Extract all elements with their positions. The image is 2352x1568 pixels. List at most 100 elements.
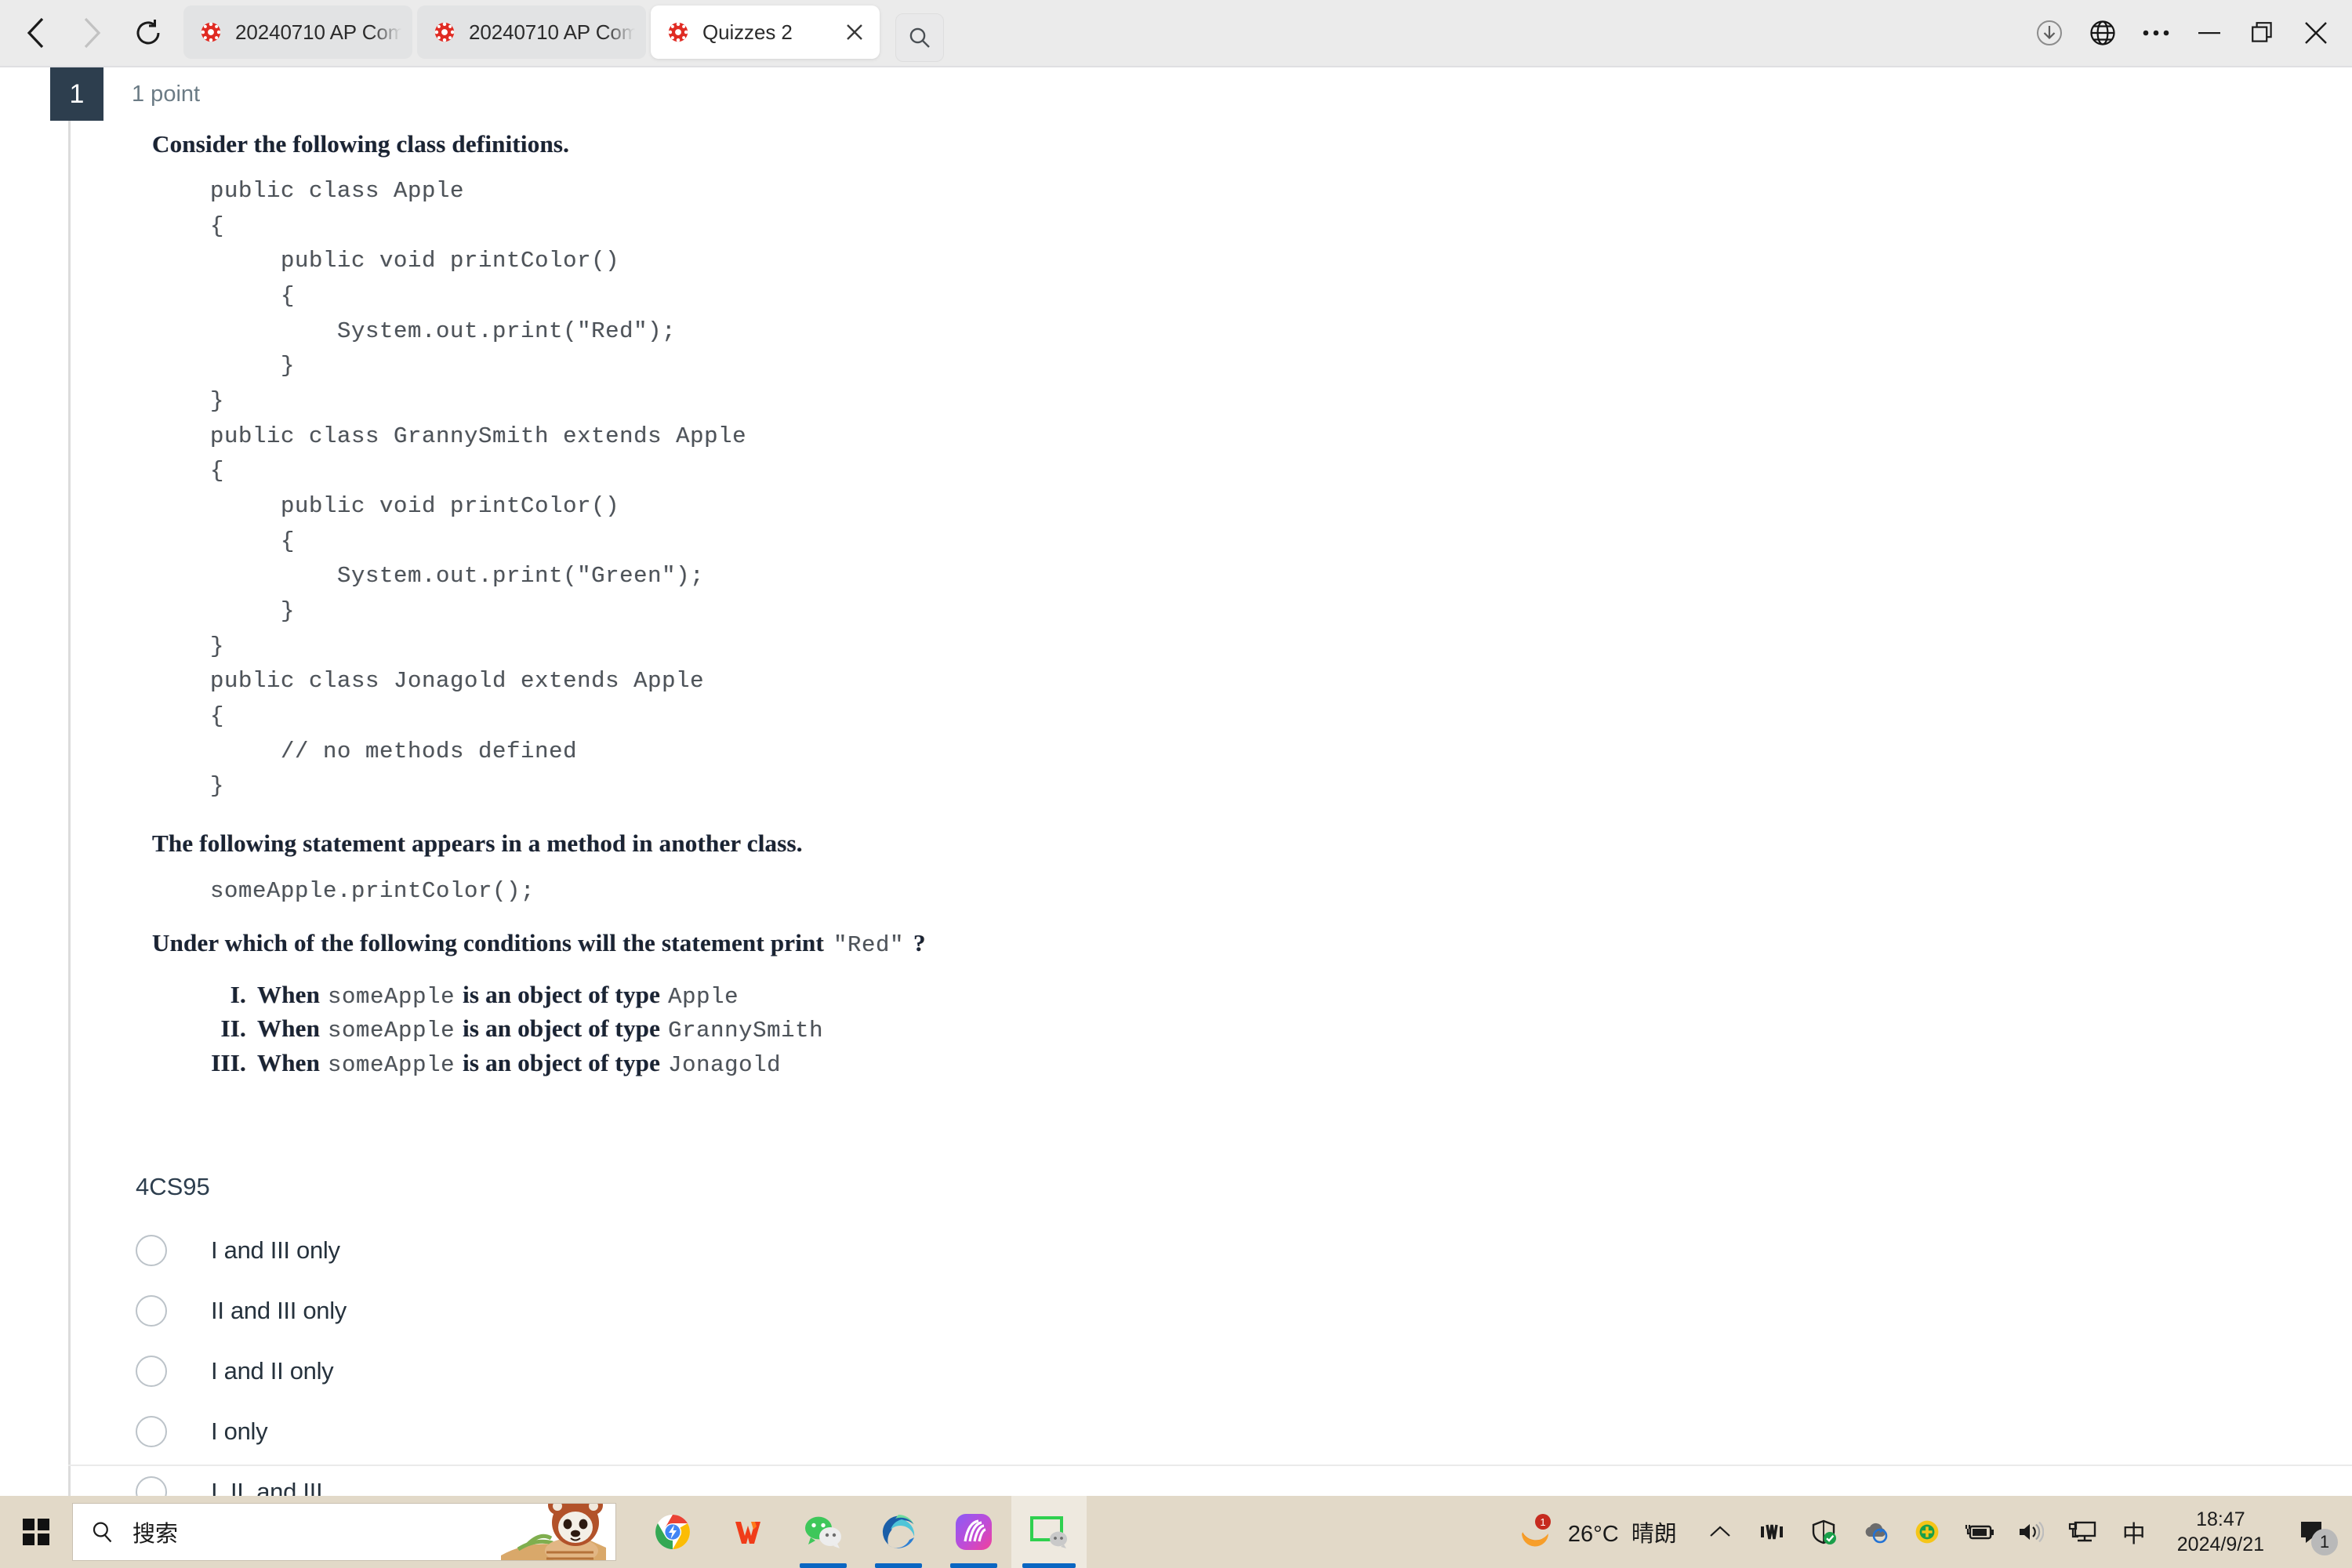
answer-option-4-label: I only: [211, 1417, 268, 1445]
downloads-button[interactable]: [2024, 8, 2074, 58]
minimize-button[interactable]: [2184, 8, 2234, 58]
question-left-rule: [68, 121, 71, 1524]
weather-text: 26°C 晴朗: [1568, 1515, 1677, 1548]
answer-option-3[interactable]: I and II only: [136, 1341, 1860, 1401]
volume-icon: [2019, 1521, 2044, 1543]
edge-icon: [882, 1515, 915, 1548]
clock-time: 18:47: [2196, 1508, 2245, 1530]
security-shield-icon: [1812, 1519, 1836, 1544]
network-monitor-icon: [1760, 1524, 1783, 1540]
chevron-left-icon: [27, 17, 44, 49]
taskbar-running-indicator: [1022, 1563, 1076, 1568]
antivirus-plus-tray-icon[interactable]: [1901, 1496, 1953, 1568]
answer-option-3-radio[interactable]: [136, 1355, 167, 1387]
taskbar-app-buttons: [635, 1496, 1087, 1568]
browser-tab-3-active[interactable]: Quizzes 2: [651, 5, 880, 59]
globe-icon: [2090, 20, 2115, 45]
roman-item-3-before: When: [257, 1048, 321, 1076]
question-stem-3-before: Under which of the following conditions …: [152, 928, 824, 956]
battery-charging-icon: [1965, 1525, 1994, 1540]
answer-option-1[interactable]: I and III only: [136, 1220, 1860, 1280]
red-panda-image: [501, 1504, 606, 1560]
roman-item-2-middle: is an object of type: [463, 1014, 661, 1043]
minimize-icon: [2198, 32, 2220, 34]
browser-tab-2[interactable]: 20240710 AP Computer Science: [417, 5, 646, 59]
browser-tab-1[interactable]: 20240710 AP Computer Science: [183, 5, 412, 59]
close-icon: [2305, 22, 2327, 44]
answer-option-1-label: I and III only: [211, 1236, 340, 1264]
roman-item-1-numeral: I.: [230, 980, 246, 1008]
taskbar-app-wechat[interactable]: [786, 1496, 861, 1568]
show-hidden-icons-button[interactable]: [1694, 1496, 1746, 1568]
answer-option-3-label: I and II only: [211, 1356, 334, 1385]
answer-option-1-radio[interactable]: [136, 1234, 167, 1266]
screen-share-icon: [1030, 1516, 1067, 1548]
windows-taskbar: 搜索 1 26°C 晴朗 中 18:47 2024/9/21 1: [0, 1496, 2352, 1568]
close-button[interactable]: [2291, 8, 2341, 58]
taskbar-app-wps-office[interactable]: [710, 1496, 786, 1568]
back-button[interactable]: [14, 12, 56, 54]
notification-center-button[interactable]: 1: [2281, 1496, 2344, 1568]
answer-option-2-radio[interactable]: [136, 1294, 167, 1327]
weather-widget[interactable]: 1 26°C 晴朗: [1499, 1496, 1694, 1568]
forward-button[interactable]: [71, 12, 113, 54]
taskbar-app-screen-share[interactable]: [1011, 1496, 1087, 1568]
tab-strip: 20240710 AP Computer Science 20240710 AP…: [183, 0, 944, 67]
answer-option-4-radio[interactable]: [136, 1415, 167, 1447]
system-tray: 1 26°C 晴朗 中 18:47 2024/9/21 1: [1499, 1496, 2352, 1568]
reload-button[interactable]: [127, 12, 169, 54]
taskbar-app-chrome[interactable]: [635, 1496, 710, 1568]
taskbar-app-quark[interactable]: [936, 1496, 1011, 1568]
canvas-lms-icon: [668, 22, 688, 42]
translate-button[interactable]: [2078, 8, 2128, 58]
question-stem-1: Consider the following class definitions…: [152, 130, 570, 158]
roman-item-3-middle: is an object of type: [463, 1048, 661, 1076]
network-monitor-tray-icon[interactable]: [1746, 1496, 1798, 1568]
taskbar-search-box[interactable]: 搜索: [72, 1503, 616, 1561]
tab-search-button[interactable]: [895, 13, 944, 62]
question-stem-3: Under which of the following conditions …: [152, 929, 1955, 958]
ime-tray-icon[interactable]: 中: [2108, 1496, 2160, 1568]
start-button[interactable]: [0, 1496, 72, 1568]
question-header: 1 1 point: [50, 67, 200, 121]
antivirus-plus-icon: [1915, 1520, 1939, 1544]
answer-option-4[interactable]: I only: [136, 1401, 1860, 1461]
network-display-icon: [2068, 1521, 2096, 1542]
notification-count-badge: 1: [2311, 1529, 2338, 1555]
browser-tab-3-title: Quizzes 2: [702, 20, 793, 44]
volume-tray-icon[interactable]: [2005, 1496, 2056, 1568]
maximize-icon: [2252, 22, 2272, 42]
canvas-lms-icon: [434, 22, 455, 42]
question-number-badge: 1: [50, 67, 103, 121]
security-shield-tray-icon[interactable]: [1798, 1496, 1849, 1568]
roman-item-1-before: When: [257, 980, 321, 1008]
network-display-tray-icon[interactable]: [2056, 1496, 2108, 1568]
svg-text:1: 1: [1540, 1516, 1545, 1528]
quark-icon: [956, 1514, 992, 1550]
weather-condition: 晴朗: [1631, 1522, 1677, 1547]
question-stem-3-code: "Red": [833, 931, 905, 958]
roman-item-1-middle: is an object of type: [463, 980, 661, 1008]
maximize-button[interactable]: [2238, 8, 2288, 58]
taskbar-app-edge[interactable]: [861, 1496, 936, 1568]
ellipsis-icon: [2143, 30, 2169, 36]
window-controls: [2024, 8, 2352, 58]
clock-date: 2024/9/21: [2176, 1534, 2264, 1555]
onedrive-sync-tray-icon[interactable]: [1849, 1496, 1901, 1568]
question-points-label: 1 point: [132, 81, 201, 107]
roman-item-1-code-1: someApple: [328, 983, 456, 1010]
battery-tray-icon[interactable]: [1953, 1496, 2005, 1568]
browser-nav-buttons: [0, 12, 169, 54]
content-divider: [68, 1465, 2352, 1466]
tab-close-button[interactable]: [840, 18, 869, 46]
java-code-block: public class Apple { public void printCo…: [210, 178, 747, 800]
answer-option-2[interactable]: II and III only: [136, 1280, 1860, 1341]
search-icon: [73, 1520, 132, 1544]
taskbar-running-indicator: [800, 1563, 847, 1568]
roman-item-2-before: When: [257, 1014, 321, 1043]
canvas-lms-icon: [201, 22, 221, 42]
roman-item-2-code-2: GrannySmith: [668, 1018, 824, 1044]
more-options-button[interactable]: [2131, 8, 2181, 58]
taskbar-clock[interactable]: 18:47 2024/9/21: [2160, 1507, 2281, 1557]
question-stem-3-after: ?: [913, 928, 926, 956]
